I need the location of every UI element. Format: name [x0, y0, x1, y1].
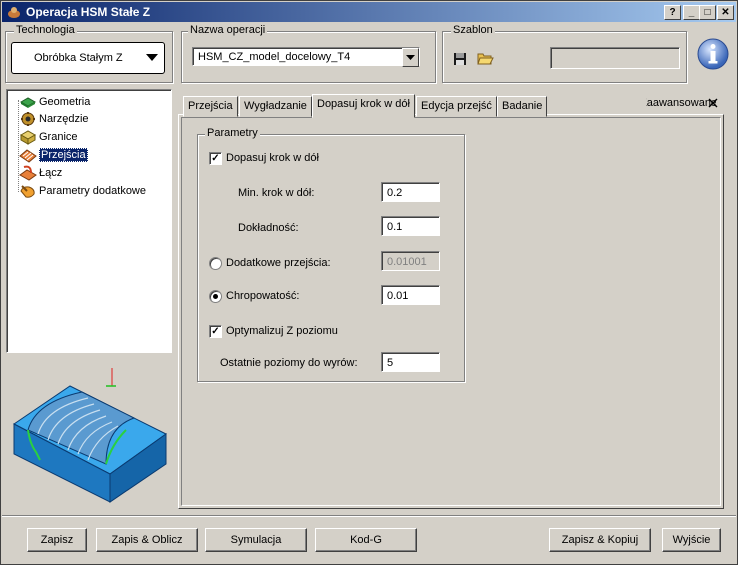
operation-name-dropdown-button[interactable] — [402, 48, 419, 67]
tree-item-geometria[interactable]: Geometria — [19, 94, 91, 110]
chevron-down-icon — [146, 54, 158, 61]
exit-button[interactable]: Wyjście — [662, 528, 721, 552]
tree-item-granice[interactable]: Granice — [19, 129, 78, 145]
tree-item-przejscia[interactable]: Przejścia — [19, 147, 88, 163]
open-template-icon[interactable] — [477, 51, 494, 65]
link-icon — [19, 165, 37, 181]
tree-item-lacz[interactable]: Łącz — [19, 165, 63, 181]
advanced-toggle[interactable]: Zaawansowane — [646, 96, 716, 112]
tree-item-label: Łącz — [39, 167, 63, 179]
footer-separator — [2, 515, 736, 517]
operation-name-combo[interactable]: HSM_CZ_model_docelowy_T4 — [192, 47, 420, 67]
tab-label: Dopasuj krok w dół — [317, 98, 410, 110]
technology-label: Technologia — [14, 24, 77, 36]
adjust-step-checkbox[interactable]: ✓ — [209, 152, 222, 165]
tab-przejscia[interactable]: Przejścia — [183, 96, 238, 117]
technology-value: Obróbka Stałym Z — [34, 52, 123, 64]
technology-group: Technologia Obróbka Stałym Z — [5, 24, 173, 83]
template-label: Szablon — [451, 24, 495, 36]
roughness-input[interactable]: 0.01 — [381, 285, 440, 305]
tree-item-parametry[interactable]: Parametry dodatkowe — [20, 183, 146, 199]
accuracy-input[interactable]: 0.1 — [381, 216, 440, 236]
template-field — [550, 47, 680, 69]
save-calculate-button[interactable]: Zapis & Oblicz — [96, 528, 198, 552]
operation-name-group: Nazwa operacji HSM_CZ_model_docelowy_T4 — [181, 24, 436, 83]
save-button[interactable]: Zapisz — [27, 528, 87, 552]
app-icon — [8, 7, 20, 18]
collapse-icon[interactable] — [708, 98, 718, 108]
boundary-icon — [19, 130, 37, 145]
technology-dropdown[interactable]: Obróbka Stałym Z — [11, 42, 165, 74]
settings-tree: Geometria Narzędzie Granice Przejścia Łą… — [6, 89, 172, 353]
tab-label: Wygładzanie — [244, 100, 307, 112]
minimize-button[interactable]: _ — [683, 5, 700, 20]
tab-edycja-przejsc[interactable]: Edycja przejść — [416, 96, 497, 117]
advanced-label: Zaawansowane — [646, 97, 716, 109]
tab-label: Edycja przejść — [421, 100, 492, 112]
parameters-group: Parametry ✓ Dopasuj krok w dół Min. krok… — [197, 127, 465, 382]
tree-item-label: Narzędzie — [39, 113, 89, 125]
tab-label: Badanie — [502, 100, 543, 112]
operation-name-value: HSM_CZ_model_docelowy_T4 — [198, 51, 351, 63]
info-icon[interactable] — [696, 38, 730, 72]
extra-passes-label: Dodatkowe przejścia: — [226, 257, 331, 269]
dialog-window: Operacja HSM Stałe Z ? _ □ ✕ Technologia… — [0, 0, 738, 565]
geometry-icon — [19, 97, 37, 108]
parameters-label: Parametry — [205, 127, 260, 139]
tree-item-label-selected: Przejścia — [39, 148, 88, 162]
accuracy-label: Dokładność: — [238, 222, 299, 234]
toolpath-preview — [6, 356, 170, 506]
save-copy-button[interactable]: Zapisz & Kopiuj — [549, 528, 651, 552]
last-levels-input[interactable]: 5 — [381, 352, 440, 372]
part-preview-image — [13, 368, 167, 503]
tree-item-label: Granice — [39, 131, 78, 143]
min-step-input[interactable]: 0.2 — [381, 182, 440, 202]
tab-wygladzanie[interactable]: Wygładzanie — [239, 96, 312, 117]
tab-label: Przejścia — [188, 100, 233, 112]
template-group: Szablon — [442, 24, 687, 83]
close-button[interactable]: ✕ — [717, 5, 734, 20]
tab-dopasuj-krok[interactable]: Dopasuj krok w dół — [312, 94, 415, 118]
tree-item-label: Parametry dodatkowe — [39, 185, 146, 197]
tree-item-label: Geometria — [39, 96, 91, 108]
optimize-checkbox[interactable]: ✓ — [209, 325, 222, 338]
adjust-step-label: Dopasuj krok w dół — [226, 152, 319, 164]
tab-badanie[interactable]: Badanie — [497, 96, 548, 117]
gcode-button[interactable]: Kod-G — [315, 528, 417, 552]
extra-passes-radio[interactable] — [209, 257, 222, 270]
optimize-label: Optymalizuj Z poziomu — [226, 325, 338, 337]
last-levels-label: Ostatnie poziomy do wyrów: — [220, 357, 358, 369]
operation-name-label: Nazwa operacji — [188, 24, 268, 36]
title-bar[interactable]: Operacja HSM Stałe Z ? _ □ ✕ — [2, 2, 736, 22]
roughness-label: Chropowatość: — [226, 290, 300, 302]
save-template-icon[interactable] — [453, 52, 467, 66]
extra-passes-input: 0.01001 — [381, 251, 440, 271]
tool-icon — [21, 112, 35, 126]
roughness-radio[interactable] — [209, 290, 222, 303]
simulation-button[interactable]: Symulacja — [205, 528, 307, 552]
passes-icon — [19, 149, 37, 163]
maximize-button[interactable]: □ — [699, 5, 716, 20]
min-step-label: Min. krok w dół: — [238, 187, 315, 199]
extra-params-icon — [20, 185, 35, 198]
window-title: Operacja HSM Stałe Z — [26, 5, 151, 19]
help-button[interactable]: ? — [664, 5, 681, 20]
tree-item-narzedzie[interactable]: Narzędzie — [21, 111, 89, 127]
chevron-down-icon — [406, 55, 415, 60]
